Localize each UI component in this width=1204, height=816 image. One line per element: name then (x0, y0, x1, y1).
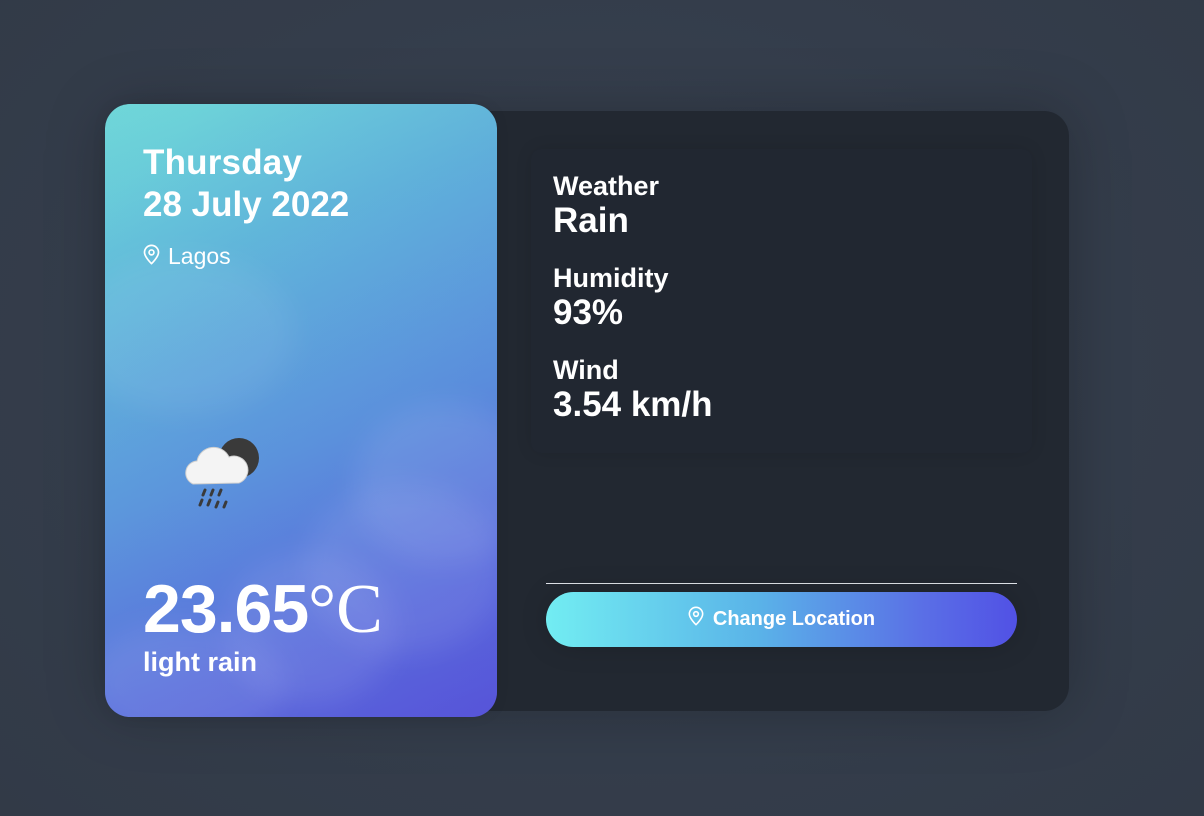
day-name: Thursday (143, 143, 303, 182)
change-location-label: Change Location (712, 608, 876, 630)
weather-card: Thursday 28 July 2022 Lagos 23.65°C ligh… (105, 104, 497, 717)
map-pin-icon (143, 244, 168, 269)
weather-detail: Weather Rain (553, 171, 659, 241)
weather-value: Rain (553, 201, 629, 240)
temperature-container: 23.65°C light rain (143, 572, 383, 677)
location-row: Lagos (143, 243, 349, 270)
temperature: 23.65°C (143, 572, 383, 647)
date-text: 28 July 2022 (143, 185, 350, 224)
wind-value: 3.54 km/h (553, 385, 713, 424)
wind-label: Wind (553, 355, 619, 385)
weather-description: light rain (143, 647, 257, 677)
humidity-detail: Humidity 93% (553, 263, 669, 333)
humidity-label: Humidity (553, 263, 669, 293)
weather-details-panel: Weather Rain Humidity 93% Wind 3.54 km/h (531, 149, 1032, 453)
temperature-value: 23.65 (143, 571, 309, 647)
location-name: Lagos (168, 243, 231, 269)
temperature-unit: °C (308, 571, 383, 648)
cloud-rain-sun-icon (177, 430, 261, 518)
humidity-value: 93% (553, 293, 624, 332)
page: Thursday 28 July 2022 Lagos 23.65°C ligh… (0, 0, 1204, 816)
date-container: Thursday 28 July 2022 Lagos (143, 144, 349, 270)
change-location-button[interactable]: Change Location (546, 592, 1017, 647)
map-pin-icon (688, 606, 713, 629)
divider (546, 583, 1017, 584)
wind-detail: Wind 3.54 km/h (553, 355, 713, 425)
weather-label: Weather (553, 171, 660, 201)
